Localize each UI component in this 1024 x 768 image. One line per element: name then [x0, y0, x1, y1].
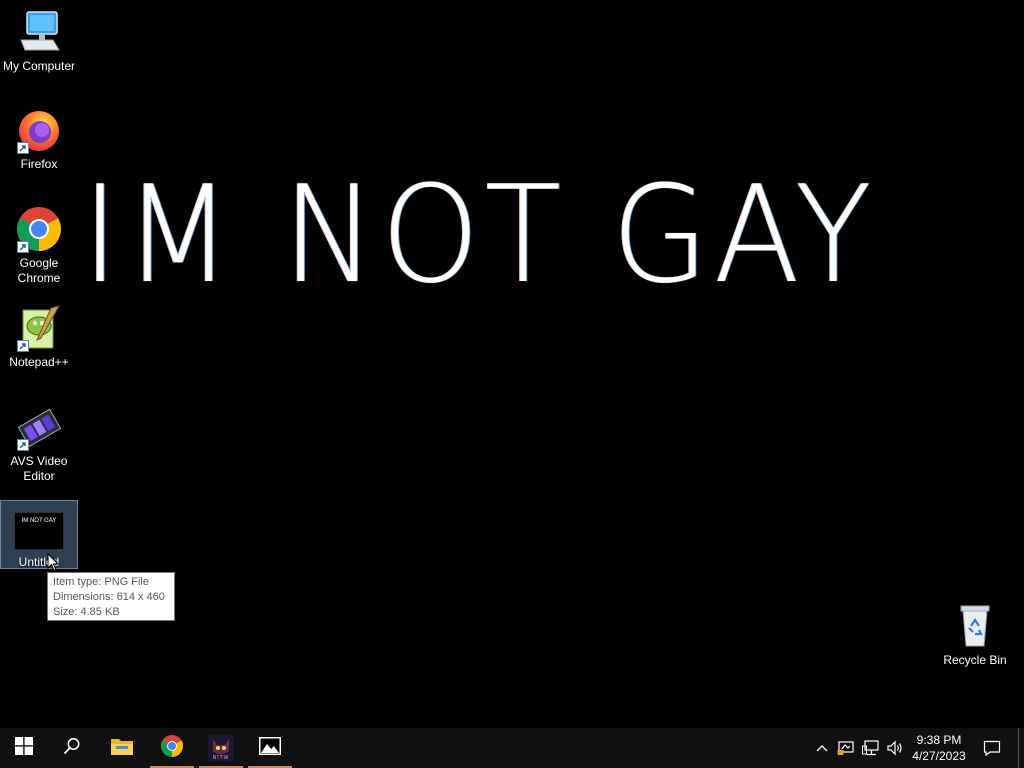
desktop-icon-label: Google Chrome — [17, 256, 61, 285]
chrome-icon — [160, 734, 184, 763]
windows-logo-icon — [15, 736, 33, 760]
photos-icon — [258, 736, 282, 761]
desktop-icon-label: Untitled — [18, 555, 60, 569]
desktop-icon-notepadpp[interactable]: Notepad++ — [1, 304, 77, 370]
desktop-icon-my-computer[interactable]: My Computer — [1, 8, 77, 74]
taskbar-photos[interactable] — [246, 728, 294, 768]
desktop[interactable]: IM NOT GAY My Computer Firefox Google Ch… — [0, 0, 1024, 728]
avs-video-editor-icon — [15, 403, 63, 451]
tooltip-size: Size: 4.85 KB — [53, 606, 120, 618]
mouse-cursor-icon — [47, 552, 60, 577]
nitw-icon: NITW — [208, 735, 234, 761]
desktop-icon-label: Recycle Bin — [943, 653, 1007, 667]
wallpaper-text: IM NOT GAY — [82, 157, 878, 313]
desktop-icon-untitled[interactable]: IM NOT GAY Untitled — [0, 500, 78, 569]
taskbar-nitw[interactable]: NITW — [197, 728, 245, 768]
nitw-label: NITW — [212, 755, 230, 761]
taskbar-chrome[interactable] — [148, 728, 196, 768]
recycle-bin-icon — [951, 602, 999, 650]
tray-app-icon[interactable] — [837, 740, 855, 756]
taskbar-file-explorer[interactable] — [98, 728, 146, 768]
network-icon[interactable] — [862, 740, 880, 756]
desktop-icon-avs-video-editor[interactable]: AVS Video Editor — [1, 403, 77, 484]
volume-icon[interactable] — [886, 740, 904, 756]
desktop-icon-recycle-bin[interactable]: Recycle Bin — [937, 602, 1013, 668]
thumbnail-text: IM NOT GAY — [21, 518, 57, 524]
clock-date: 4/27/2023 — [912, 749, 966, 763]
folder-icon — [110, 736, 134, 761]
taskbar-clock[interactable]: 9:38 PM 4/27/2023 — [905, 732, 973, 764]
shortcut-arrow-icon — [17, 340, 29, 352]
tooltip-dimensions: Dimensions: 614 x 460 — [53, 591, 165, 603]
search-button[interactable] — [48, 728, 96, 768]
desktop-icon-google-chrome[interactable]: Google Chrome — [1, 205, 77, 286]
desktop-icon-label: Firefox — [20, 157, 58, 171]
shortcut-arrow-icon — [17, 142, 29, 154]
taskbar: NITW 9:38 PM 4/27/2023 — [0, 728, 1024, 768]
show-desktop-button[interactable] — [1018, 728, 1019, 768]
show-hidden-icons-chevron-icon[interactable] — [813, 740, 831, 756]
firefox-icon — [15, 106, 63, 154]
start-button[interactable] — [0, 728, 48, 768]
chrome-icon — [15, 205, 63, 253]
png-thumbnail-icon: IM NOT GAY — [14, 512, 64, 550]
tooltip-item-type: Item type: PNG File — [53, 576, 149, 588]
clock-time: 9:38 PM — [916, 733, 962, 747]
desktop-icon-label: AVS Video Editor — [10, 454, 68, 483]
desktop-icon-label: My Computer — [2, 59, 76, 73]
search-icon — [63, 737, 81, 760]
notepadpp-icon — [15, 304, 63, 352]
desktop-icon-label: Notepad++ — [9, 355, 69, 369]
file-info-tooltip: Item type: PNG File Dimensions: 614 x 46… — [47, 572, 175, 621]
action-center-icon[interactable] — [982, 740, 1002, 756]
shortcut-arrow-icon — [17, 439, 29, 451]
shortcut-arrow-icon — [17, 241, 29, 253]
desktop-icon-firefox[interactable]: Firefox — [1, 106, 77, 172]
computer-icon — [15, 8, 63, 56]
